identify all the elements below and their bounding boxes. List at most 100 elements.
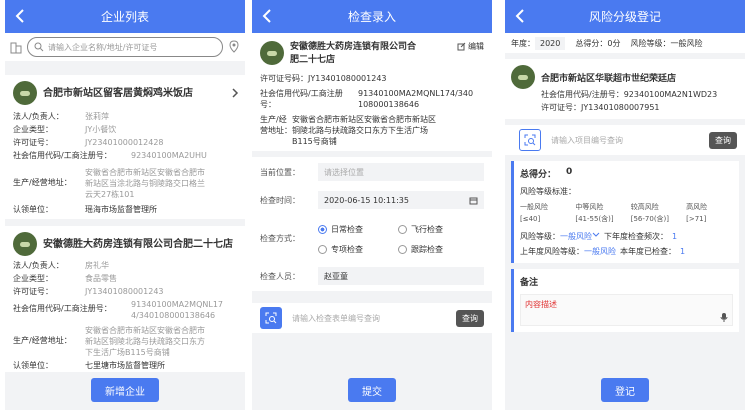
field-label: 社会信用代码/注册号： — [541, 90, 624, 99]
time-value: 2020-06-15 10:11:35 — [324, 195, 409, 205]
inspector-field[interactable]: 赵亚童 — [318, 267, 484, 285]
field-label: 企业类型： — [13, 274, 53, 283]
inspection-form: 当前位置： 请选择位置 检查时间： 2020-06-15 10:11:35 检查方… — [252, 157, 492, 291]
query-button[interactable]: 查询 — [456, 309, 484, 327]
page-title: 企业列表 — [100, 10, 149, 24]
radio-label: 专项检查 — [331, 244, 363, 254]
avatar — [13, 81, 37, 105]
edit-button[interactable]: 编辑 — [457, 41, 484, 52]
method-radio[interactable]: 日常检查 — [318, 224, 388, 235]
method-radio[interactable]: 飞行检查 — [398, 224, 443, 235]
top-bar: 企业列表 — [5, 0, 245, 33]
inspection-entry-screen: 检查录入 安徽德胜大药房连锁有限公司合肥二十七店 编辑 许可证号码： JY1340… — [252, 0, 492, 410]
register-button[interactable]: 登记 — [601, 378, 649, 402]
method-radio[interactable]: 跟踪检查 — [398, 244, 443, 255]
radio-checked-icon — [318, 224, 327, 234]
field-label: 下年度检查频次： — [604, 232, 668, 241]
remark-panel: 备注 内容描述 — [511, 269, 739, 332]
radio-unchecked-icon — [398, 244, 407, 254]
page-title: 风险分级登记 — [588, 10, 661, 24]
field-value: 张莉萍 — [85, 112, 109, 121]
calendar-icon — [469, 197, 478, 204]
page-title: 检查录入 — [347, 10, 396, 24]
field-label: 许可证号： — [13, 287, 53, 296]
back-arrow-icon[interactable] — [258, 6, 278, 26]
inspection-time-field[interactable]: 2020-06-15 10:11:35 — [318, 191, 484, 209]
field-label: 社会信用代码/工商注册号： — [13, 304, 112, 313]
avatar — [511, 65, 535, 89]
last-level-value: 一般风险 — [584, 247, 616, 256]
enterprise-info-panel: 合肥市新站区华联超市世纪荣廷店 社会信用代码/注册号： 92340100MA2N1… — [505, 59, 745, 119]
submit-button[interactable]: 提交 — [348, 378, 396, 402]
done-value: 1 — [680, 247, 686, 256]
field-label: 风险等级： — [520, 232, 560, 241]
microphone-icon[interactable] — [720, 312, 728, 322]
field-label: 认领单位： — [13, 205, 53, 214]
field-value: 安徽省合肥市新站区安徽省合肥市新站区铜陵北路与扶疏路交口东方下生活广场B115号… — [85, 326, 205, 357]
freq-value: 1 — [672, 232, 678, 241]
enterprise-card[interactable]: 安徽德胜大药房连锁有限公司合肥二十七店 法人/负责人： 房礼华 企业类型： 食品零售… — [5, 226, 245, 375]
field-label: 生产/经营地址： — [13, 336, 72, 345]
score-value: 0 — [566, 167, 573, 177]
chevron-down-icon — [592, 232, 600, 237]
search-row: 请输入企业名称/地址/许可证号 — [5, 33, 245, 61]
search-placeholder: 请输入企业名称/地址/许可证号 — [48, 42, 158, 52]
scan-button[interactable] — [260, 307, 282, 329]
scan-search-icon — [524, 134, 536, 146]
standard-name: 较高风险 — [630, 203, 659, 211]
avatar — [260, 41, 284, 65]
location-select[interactable]: 请选择位置 — [318, 163, 484, 181]
scan-search-icon — [265, 312, 277, 324]
field-label: 生产/经营地址： — [13, 178, 72, 187]
field-value: JY23401000012428 — [85, 138, 164, 147]
field-label: 检查人员： — [260, 271, 300, 281]
scan-button[interactable] — [519, 129, 541, 151]
enterprise-name: 合肥市新站区华联超市世纪荣廷店 — [541, 73, 677, 84]
enterprise-name: 安徽德胜大药房连锁有限公司合肥二十七店 — [290, 42, 417, 65]
field-value: 房礼华 — [85, 261, 109, 270]
score-panel: 总得分： 0 风险等级标准： 一般风险 [≤40] 中等风险 [41-55(含)] 较… — [511, 161, 739, 263]
risk-level-select[interactable]: 一般风险 — [560, 231, 592, 242]
year-select[interactable]: 2020 — [535, 36, 566, 50]
enterprise-name: 合肥市新站区留客居黄焖鸡米饭店 — [43, 87, 193, 99]
method-radio[interactable]: 专项检查 — [318, 244, 388, 255]
field-value: 七里塘市场监督管理所 — [85, 361, 165, 370]
enterprise-card[interactable]: 合肥市新站区留客居黄焖鸡米饭店 法人/负责人： 张莉萍 企业类型： JY小餐饮 许可… — [5, 75, 245, 219]
field-value: 安徽省合肥市新站区安徽省合肥市新站区当涂北路与铜陵路交口格兰云天27栋101 — [85, 168, 205, 199]
field-value: 91340100MA2MQNL17 4/340108000138646 — [131, 300, 224, 320]
field-label: 本年度已检查： — [620, 247, 676, 256]
field-label: 企业类型： — [13, 125, 53, 134]
standard-name: 中等风险 — [575, 203, 604, 211]
field-label: 检查方式： — [260, 234, 300, 243]
enterprise-name: 安徽德胜大药房连锁有限公司合肥二十七店 — [43, 238, 233, 250]
edit-label: 编辑 — [468, 42, 484, 51]
enterprise-list-screen: 企业列表 请输入企业名称/地址/许可证号 合肥市新站区留客居黄焖鸡米饭店 法人/… — [5, 0, 245, 410]
search-input[interactable]: 请输入企业名称/地址/许可证号 — [27, 37, 223, 57]
field-label: 社会信用代码/工商注册号： — [260, 89, 343, 109]
enterprise-info-panel: 安徽德胜大药房连锁有限公司合肥二十七店 编辑 许可证号码： JY134010800… — [252, 33, 492, 151]
back-arrow-icon[interactable] — [11, 6, 31, 26]
avatar — [13, 232, 37, 256]
standard-name: 一般风险 — [520, 203, 548, 211]
field-value: JY13401080007951 — [581, 103, 660, 112]
remark-input[interactable]: 内容描述 — [520, 294, 733, 326]
field-value: JY13401080001243 — [85, 287, 164, 296]
remark-placeholder: 内容描述 — [525, 300, 557, 309]
edit-icon — [457, 42, 466, 51]
top-bar: 检查录入 — [252, 0, 492, 33]
location-icon[interactable] — [227, 40, 241, 54]
radio-label: 日常检查 — [331, 224, 363, 234]
field-label: 法人/负责人： — [13, 112, 64, 121]
field-label: 上年度风险等级： — [520, 247, 584, 256]
chevron-right-icon — [232, 88, 239, 98]
total-score: 0分 — [607, 38, 621, 48]
project-number-input[interactable]: 请输入项目编号查询 — [541, 135, 709, 146]
field-label: 认领单位： — [13, 361, 53, 370]
query-button[interactable]: 查询 — [709, 131, 737, 149]
back-arrow-icon[interactable] — [511, 6, 531, 26]
add-enterprise-button[interactable]: 新增企业 — [91, 378, 159, 402]
field-label: 许可证号码： — [260, 74, 308, 83]
field-value: JY小餐饮 — [85, 125, 117, 134]
form-number-input[interactable]: 请输入检查表单编号查询 — [282, 313, 456, 324]
building-icon[interactable] — [9, 40, 23, 54]
